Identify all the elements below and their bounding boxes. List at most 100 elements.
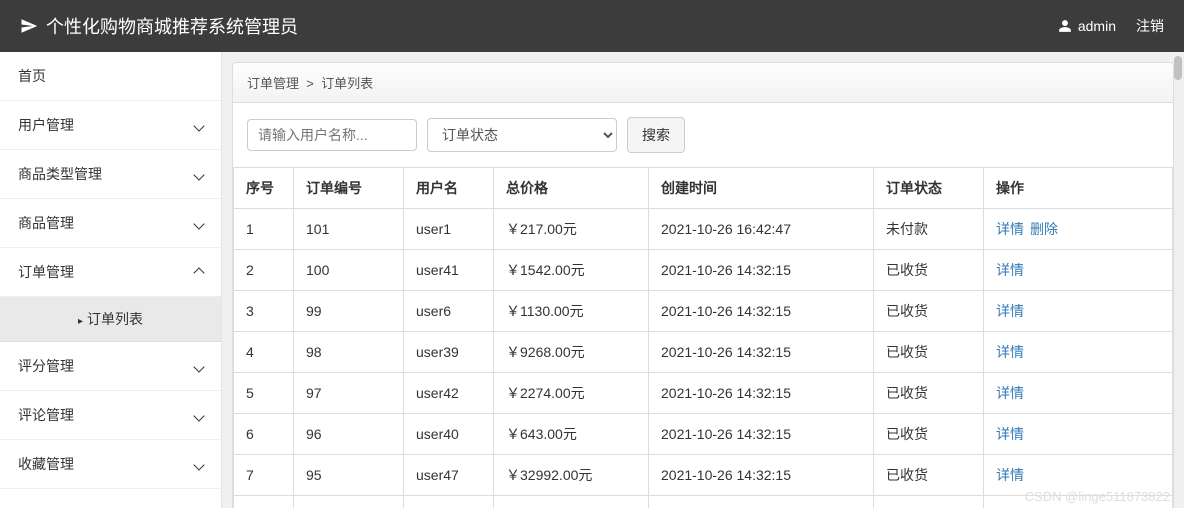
search-input[interactable] xyxy=(247,119,417,151)
detail-link[interactable]: 详情 xyxy=(996,303,1024,319)
detail-link[interactable]: 详情 xyxy=(996,262,1024,278)
table-cell: ￥643.00元 xyxy=(494,414,649,455)
detail-link[interactable]: 详情 xyxy=(996,221,1024,237)
user-icon xyxy=(1058,19,1072,33)
chevron-down-icon xyxy=(195,117,203,133)
scrollbar-thumb[interactable] xyxy=(1174,56,1182,80)
delete-link[interactable]: 删除 xyxy=(1030,221,1058,237)
table-row: 1101user1￥217.00元2021-10-26 16:42:47未付款详… xyxy=(234,209,1173,250)
table-header: 序号 xyxy=(234,168,294,209)
sidebar-item[interactable]: 收藏管理 xyxy=(0,440,221,489)
table-row: 597user42￥2274.00元2021-10-26 14:32:15已收货… xyxy=(234,373,1173,414)
table-cell: 95 xyxy=(294,455,404,496)
chevron-down-icon xyxy=(195,215,203,231)
table-cell: 2021-10-26 14:32:15 xyxy=(649,414,874,455)
sidebar-item-label: 首页 xyxy=(18,66,46,86)
chevron-down-icon xyxy=(195,456,203,472)
table-cell: 2021-10-26 14:32:15 xyxy=(649,373,874,414)
sidebar-item[interactable]: 评分管理 xyxy=(0,342,221,391)
table-cell: 已收货 xyxy=(874,291,984,332)
sidebar-item-label: 评分管理 xyxy=(18,356,74,376)
sidebar-item[interactable]: 首页 xyxy=(0,52,221,101)
table-cell: 100 xyxy=(294,250,404,291)
header: 个性化购物商城推荐系统管理员 admin 注销 xyxy=(0,0,1184,52)
table-cell-actions: 详情删除 xyxy=(984,209,1173,250)
table-cell: 已收货 xyxy=(874,496,984,508)
table-header: 订单状态 xyxy=(874,168,984,209)
sidebar-item[interactable]: 评论管理 xyxy=(0,391,221,440)
table-cell: 101 xyxy=(294,209,404,250)
table-header: 操作 xyxy=(984,168,1173,209)
table-cell: 5 xyxy=(234,373,294,414)
table-cell: 2021-10-26 14:32:15 xyxy=(649,332,874,373)
sidebar-item[interactable]: 商品管理 xyxy=(0,199,221,248)
table-cell-actions: 详情 xyxy=(984,250,1173,291)
breadcrumb-parent[interactable]: 订单管理 xyxy=(247,76,299,91)
table-cell: 2021-10-26 14:32:15 xyxy=(649,291,874,332)
detail-link[interactable]: 详情 xyxy=(996,344,1024,360)
table-row: 498user39￥9268.00元2021-10-26 14:32:15已收货… xyxy=(234,332,1173,373)
table-cell: 2021-10-26 14:32:15 xyxy=(649,496,874,508)
sidebar-item-label: 用户管理 xyxy=(18,115,74,135)
table-header: 订单编号 xyxy=(294,168,404,209)
header-user[interactable]: admin xyxy=(1058,18,1116,34)
user-name: admin xyxy=(1078,18,1116,34)
table-cell: 6 xyxy=(234,414,294,455)
table-cell: 已收货 xyxy=(874,332,984,373)
table-cell: 99 xyxy=(294,291,404,332)
table-cell: 2021-10-26 16:42:47 xyxy=(649,209,874,250)
breadcrumb: 订单管理 > 订单列表 xyxy=(232,62,1174,103)
table-cell: 未付款 xyxy=(874,209,984,250)
chevron-down-icon xyxy=(195,358,203,374)
table-cell: ￥217.00元 xyxy=(494,209,649,250)
table-cell: 4 xyxy=(234,332,294,373)
breadcrumb-sep: > xyxy=(303,76,321,91)
table-cell-actions: 详情 xyxy=(984,414,1173,455)
table-cell: 2021-10-26 14:32:15 xyxy=(649,250,874,291)
table-cell: 98 xyxy=(294,332,404,373)
logout-link[interactable]: 注销 xyxy=(1136,16,1164,36)
status-select[interactable]: 订单状态 xyxy=(427,118,617,152)
header-right: admin 注销 xyxy=(1058,16,1164,36)
sidebar: 首页用户管理商品类型管理商品管理订单管理订单列表评分管理评论管理收藏管理 xyxy=(0,52,222,508)
order-table: 序号订单编号用户名总价格创建时间订单状态操作 1101user1￥217.00元… xyxy=(233,167,1173,508)
sidebar-item[interactable]: 商品类型管理 xyxy=(0,150,221,199)
table-row: 696user40￥643.00元2021-10-26 14:32:15已收货详… xyxy=(234,414,1173,455)
table-cell-actions: 详情 xyxy=(984,332,1173,373)
table-header: 用户名 xyxy=(404,168,494,209)
sidebar-item[interactable]: 订单管理 xyxy=(0,248,221,297)
detail-link[interactable]: 详情 xyxy=(996,467,1024,483)
table-cell: user39 xyxy=(404,332,494,373)
table-cell: ￥9268.00元 xyxy=(494,332,649,373)
table-cell: user40 xyxy=(404,414,494,455)
table-cell: 2 xyxy=(234,250,294,291)
sidebar-item-label: 商品类型管理 xyxy=(18,164,102,184)
chevron-up-icon xyxy=(195,264,203,280)
table-cell: 3 xyxy=(234,291,294,332)
table-cell: user26 xyxy=(404,496,494,508)
table-cell: 97 xyxy=(294,373,404,414)
filter-bar: 订单状态 搜索 xyxy=(233,103,1173,167)
table-cell: 96 xyxy=(294,414,404,455)
table-cell: 2021-10-26 14:32:15 xyxy=(649,455,874,496)
table-cell: 1 xyxy=(234,209,294,250)
table-cell: ￥6956.00元 xyxy=(494,496,649,508)
detail-link[interactable]: 详情 xyxy=(996,426,1024,442)
table-cell: 已收货 xyxy=(874,455,984,496)
detail-link[interactable]: 详情 xyxy=(996,385,1024,401)
table-cell: user47 xyxy=(404,455,494,496)
sidebar-subitem[interactable]: 订单列表 xyxy=(0,297,221,342)
panel: 订单状态 搜索 序号订单编号用户名总价格创建时间订单状态操作 1101user1… xyxy=(232,103,1174,508)
sidebar-item[interactable]: 用户管理 xyxy=(0,101,221,150)
sidebar-item-label: 收藏管理 xyxy=(18,454,74,474)
table-header: 创建时间 xyxy=(649,168,874,209)
app-title: 个性化购物商城推荐系统管理员 xyxy=(46,13,298,39)
table-row: 2100user41￥1542.00元2021-10-26 14:32:15已收… xyxy=(234,250,1173,291)
table-cell: ￥1130.00元 xyxy=(494,291,649,332)
table-cell: user6 xyxy=(404,291,494,332)
chevron-down-icon xyxy=(195,407,203,423)
search-button[interactable]: 搜索 xyxy=(627,117,685,153)
table-cell: 7 xyxy=(234,455,294,496)
table-cell-actions: 详情 xyxy=(984,373,1173,414)
main-content: 订单管理 > 订单列表 订单状态 搜索 序号订单编号用户名总价格创建时间订单状态… xyxy=(222,52,1184,508)
